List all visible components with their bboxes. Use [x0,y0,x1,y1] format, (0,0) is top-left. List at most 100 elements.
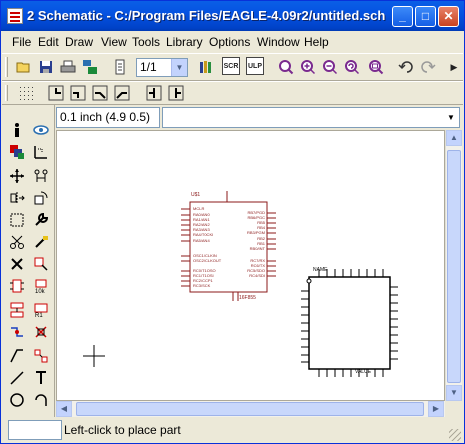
cut-icon[interactable] [6,231,28,253]
part-u1[interactable]: U$1 16F855 MCLR RA0/AN0 RA1/AN1 RA2/AN2 … [181,191,276,301]
change-wrench-icon[interactable] [30,209,52,231]
miter-icon[interactable] [6,345,28,367]
close-button[interactable]: ✕ [438,6,459,27]
layers-icon[interactable] [6,141,28,163]
zoom-out-icon[interactable] [320,57,340,77]
maximize-button[interactable]: □ [415,6,436,27]
print-icon[interactable] [58,57,78,77]
sheet-select[interactable]: 1/1 ▼ [136,58,188,77]
rotate-tool-icon[interactable] [30,187,52,209]
menu-draw[interactable]: Draw [65,35,93,49]
grid-icon[interactable] [16,83,36,103]
part-placing[interactable]: NAME VALUE [301,267,398,377]
horizontal-scrollbar[interactable]: ◀ ▶ [56,401,445,417]
swap-icon[interactable] [30,345,52,367]
pinswap-icon[interactable] [6,275,28,297]
library-icon[interactable] [196,57,216,77]
wire-icon[interactable] [6,367,28,389]
status-indicator [8,420,62,440]
split-icon[interactable] [6,321,28,343]
sheet-icon[interactable] [110,57,130,77]
delete-icon[interactable] [6,253,28,275]
chevron-down-icon[interactable]: ▼ [171,59,187,76]
schematic-canvas[interactable]: U$1 16F855 MCLR RA0/AN0 RA1/AN1 RA2/AN2 … [56,130,445,401]
rotate-icon[interactable] [166,83,186,103]
info-icon[interactable] [6,119,28,141]
mirror-tool-icon[interactable] [6,187,28,209]
menu-tools[interactable]: Tools [132,35,160,49]
vertical-scroll-thumb[interactable] [447,150,461,383]
add-part-icon[interactable] [30,253,52,275]
save-icon[interactable] [36,57,56,77]
main-toolbar: 1/1 ▼ SCR ULP ▶ [2,53,463,81]
group-icon[interactable] [6,209,28,231]
bend-style-4-icon[interactable] [112,83,132,103]
smash-icon[interactable] [30,321,52,343]
menu-file[interactable]: File [12,35,31,49]
window-title: 2 Schematic - C:/Program Files/EAGLE-4.0… [27,8,386,23]
command-bar: 0.1 inch (4.9 0.5) ▼ [56,107,461,129]
scroll-up-icon[interactable]: ▲ [446,130,462,146]
script-button[interactable]: SCR [222,57,240,75]
part-u1-value: 16F855 [239,295,256,301]
coordinate-display: 0.1 inch (4.9 0.5) [56,107,160,128]
parameter-toolbar [2,81,463,105]
pin-label: RA4/T0CKI [193,232,213,237]
pin-label: RB3/PGM [247,230,265,235]
zoom-area-icon[interactable] [366,57,386,77]
bend-style-2-icon[interactable] [68,83,88,103]
redraw-icon[interactable] [342,57,362,77]
open-icon[interactable] [14,57,34,77]
status-bar: Left-click to place part [2,418,463,443]
status-message: Left-click to place part [64,423,181,437]
chevron-down-icon[interactable]: ▼ [443,108,459,127]
zoom-fit-icon[interactable] [276,57,296,77]
scroll-down-icon[interactable]: ▼ [446,385,462,401]
toolbar-grip[interactable] [5,57,8,77]
title-bar[interactable]: 2 Schematic - C:/Program Files/EAGLE-4.0… [1,1,464,31]
pin-label: MCLR [193,206,204,211]
board-switch-icon[interactable] [80,57,100,77]
command-input[interactable]: ▼ [162,107,460,128]
menu-window[interactable]: Window [257,35,300,49]
show-eye-icon[interactable] [30,119,52,141]
part-u1-name: U$1 [191,192,200,198]
gateswap-icon[interactable] [6,299,28,321]
name-icon[interactable]: R1 [30,299,52,321]
redo-icon[interactable] [418,57,438,77]
copy-icon[interactable] [30,165,52,187]
resize-grip[interactable] [449,429,461,441]
svg-text:10k: 10k [35,289,46,294]
bend-style-3-icon[interactable] [90,83,110,103]
pin-label: RC3/SCK [193,283,211,288]
paste-icon[interactable] [30,231,52,253]
svg-text:R1: R1 [35,313,43,318]
app-icon [7,8,23,24]
app-window: 2 Schematic - C:/Program Files/EAGLE-4.0… [0,0,465,444]
circle-icon[interactable] [6,389,28,411]
minimize-button[interactable]: _ [392,6,413,27]
pin-label: OSC2/CLKOUT [193,258,222,263]
menu-library[interactable]: Library [166,35,203,49]
scroll-left-icon[interactable]: ◀ [56,401,72,417]
undo-icon[interactable] [396,57,416,77]
mark-icon[interactable] [30,141,52,163]
menu-options[interactable]: Options [209,35,250,49]
vertical-scrollbar[interactable]: ▲ ▼ [445,130,462,401]
horizontal-scroll-thumb[interactable] [76,402,424,416]
value-icon[interactable]: 10k [30,275,52,297]
toolbar-overflow-icon[interactable]: ▶ [444,57,464,77]
menu-help[interactable]: Help [304,35,329,49]
mirror-icon[interactable] [144,83,164,103]
menu-view[interactable]: View [101,35,127,49]
ulp-button[interactable]: ULP [246,57,264,75]
scroll-right-icon[interactable]: ▶ [428,401,444,417]
toolbar-grip[interactable] [5,85,8,101]
menu-edit[interactable]: Edit [38,35,59,49]
move-icon[interactable] [6,165,28,187]
text-icon[interactable] [30,367,52,389]
arc-icon[interactable] [30,389,52,411]
zoom-in-icon[interactable] [298,57,318,77]
pin-label: RA5/AN4 [193,238,210,243]
bend-style-1-icon[interactable] [46,83,66,103]
